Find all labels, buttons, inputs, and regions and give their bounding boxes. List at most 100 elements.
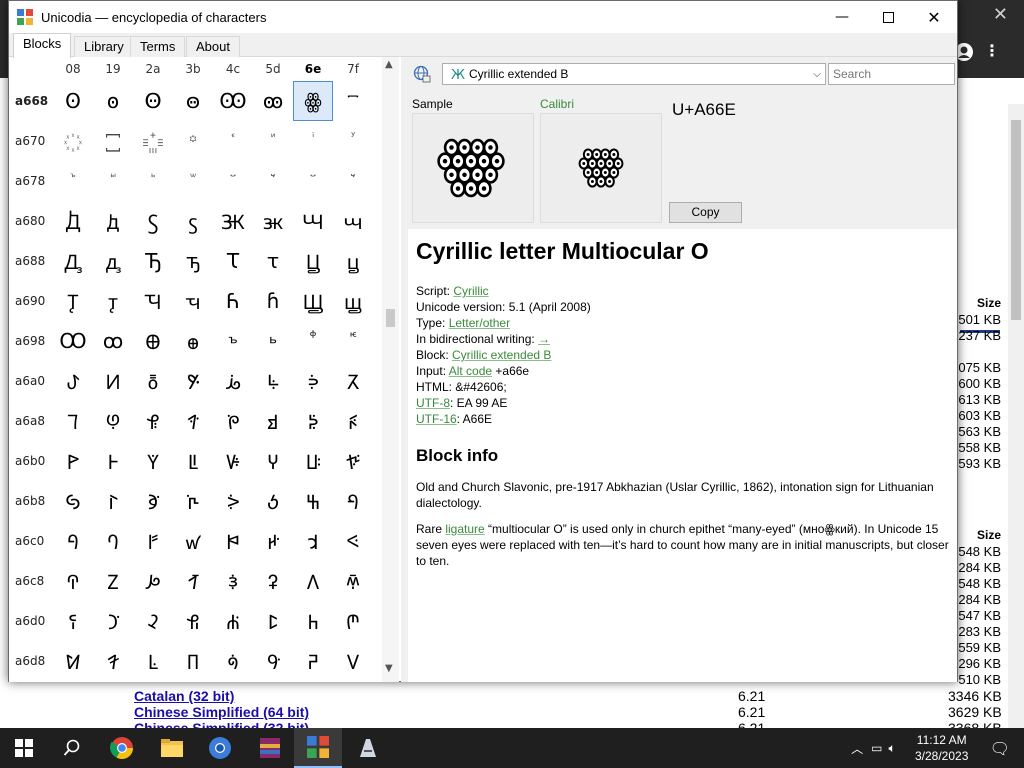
- character-cell[interactable]: ꙭ: [253, 81, 293, 121]
- font-name-link[interactable]: Calibri: [540, 97, 574, 111]
- character-cell[interactable]: ꚦ: [293, 361, 333, 401]
- character-cell[interactable]: ꛂ: [133, 521, 173, 561]
- character-cell[interactable]: ꚲ: [133, 441, 173, 481]
- character-cell[interactable]: ꛑ: [93, 601, 133, 641]
- character-cell[interactable]: ꙵ: [253, 121, 293, 161]
- file-explorer-button[interactable]: [148, 728, 196, 768]
- character-cell[interactable]: ꛜ: [213, 641, 253, 681]
- character-cell[interactable]: Ꚇ: [293, 201, 333, 241]
- character-cell[interactable]: ꛈ: [53, 561, 93, 601]
- character-cell[interactable]: ꚁ: [93, 201, 133, 241]
- character-cell[interactable]: ꛄ: [213, 521, 253, 561]
- character-cell[interactable]: ꚤ: [213, 361, 253, 401]
- maximize-button[interactable]: [865, 1, 911, 33]
- character-cell[interactable]: ꚩ: [93, 401, 133, 441]
- character-cell[interactable]: ꚑ: [93, 281, 133, 321]
- character-cell[interactable]: ꛗ: [333, 601, 373, 641]
- browser-close-icon[interactable]: ✕: [993, 4, 1008, 25]
- character-cell[interactable]: ꙿ: [333, 161, 373, 201]
- character-cell[interactable]: ꚛ: [173, 321, 213, 361]
- download-link[interactable]: Catalan (32 bit): [134, 688, 234, 704]
- character-cell[interactable]: ꛖ: [293, 601, 333, 641]
- character-cell[interactable]: ꚞ: [293, 321, 333, 361]
- unicodia-taskbar-button[interactable]: [294, 728, 342, 768]
- character-cell[interactable]: ꚕ: [253, 281, 293, 321]
- property-link[interactable]: Cyrillic: [453, 284, 488, 298]
- character-cell[interactable]: Ꚑ: [53, 281, 93, 321]
- clock[interactable]: 11:12 AM 3/28/2023: [902, 732, 982, 764]
- character-cell[interactable]: ꛕ: [253, 601, 293, 641]
- tab-terms[interactable]: Terms: [130, 36, 186, 57]
- search-input[interactable]: [828, 63, 955, 85]
- character-cell[interactable]: ꚜ: [213, 321, 253, 361]
- property-link[interactable]: Alt code: [449, 364, 492, 378]
- character-cell[interactable]: Ꚃ: [133, 201, 173, 241]
- scroll-up-arrow-icon[interactable]: ▲: [385, 59, 393, 70]
- tab-blocks[interactable]: Blocks: [13, 33, 72, 58]
- character-cell[interactable]: ꚰ: [53, 441, 93, 481]
- winrar-button[interactable]: [246, 728, 294, 768]
- character-cell[interactable]: Ꚁ: [53, 201, 93, 241]
- character-cell[interactable]: ꚣ: [173, 361, 213, 401]
- ligature-link[interactable]: ligature: [445, 522, 484, 536]
- character-cell[interactable]: ꚉ: [93, 241, 133, 281]
- character-cell[interactable]: ꙷ: [333, 121, 373, 161]
- network-icon[interactable]: ▭: [871, 741, 882, 755]
- download-link[interactable]: Chinese Simplified (64 bit): [134, 704, 309, 720]
- character-cell[interactable]: Ꙭ: [213, 81, 253, 121]
- character-cell[interactable]: ꚿ: [333, 481, 373, 521]
- character-cell[interactable]: ꛁ: [93, 521, 133, 561]
- character-cell[interactable]: ꚺ: [133, 481, 173, 521]
- character-cell[interactable]: ꛚ: [133, 641, 173, 681]
- volume-icon[interactable]: 🔈︎: [888, 741, 895, 756]
- character-cell[interactable]: ꙶ: [293, 121, 333, 161]
- character-cell[interactable]: ꛘ: [53, 641, 93, 681]
- search-button[interactable]: [48, 728, 96, 768]
- character-cell[interactable]: ꚨ: [53, 401, 93, 441]
- character-cell[interactable]: ꛎ: [293, 561, 333, 601]
- character-cell[interactable]: Ꚏ: [293, 241, 333, 281]
- character-cell[interactable]: ꚪ: [133, 401, 173, 441]
- character-cell[interactable]: ꛙ: [93, 641, 133, 681]
- character-cell[interactable]: Ꚛ: [133, 321, 173, 361]
- character-cell[interactable]: ꛍ: [253, 561, 293, 601]
- character-cell[interactable]: ꚸ: [53, 481, 93, 521]
- character-cell[interactable]: Ꚗ: [293, 281, 333, 321]
- character-cell[interactable]: ꚶ: [293, 441, 333, 481]
- character-cell[interactable]: ꚅ: [253, 201, 293, 241]
- character-cell[interactable]: ꛊ: [133, 561, 173, 601]
- browser-menu-icon[interactable]: ⋮: [984, 41, 1000, 60]
- character-cell[interactable]: ꙰: [53, 121, 93, 161]
- character-cell[interactable]: ꛒ: [133, 601, 173, 641]
- character-cell[interactable]: ꚴ: [213, 441, 253, 481]
- character-cell[interactable]: ꙫ: [173, 81, 213, 121]
- character-cell[interactable]: ꛞ: [293, 641, 333, 681]
- character-cell[interactable]: ꛐ: [53, 601, 93, 641]
- app-taskbar-button[interactable]: [344, 728, 392, 768]
- minimize-button[interactable]: —: [819, 1, 865, 33]
- character-cell[interactable]: ꙮ: [293, 81, 333, 121]
- character-cell[interactable]: ꛃ: [173, 521, 213, 561]
- character-cell[interactable]: ꛀ: [53, 521, 93, 561]
- close-button[interactable]: ✕: [911, 1, 957, 33]
- character-cell[interactable]: ꚢ: [133, 361, 173, 401]
- character-cell[interactable]: ꙯: [333, 81, 373, 121]
- character-cell[interactable]: ꚾ: [293, 481, 333, 521]
- character-cell[interactable]: Ꙩ: [53, 81, 93, 121]
- grid-scrollbar[interactable]: ▲ ▼: [382, 57, 399, 682]
- grid-scrollbar-thumb[interactable]: [386, 309, 395, 327]
- character-cell[interactable]: ꚯ: [333, 401, 373, 441]
- character-cell[interactable]: ꚱ: [93, 441, 133, 481]
- character-cell[interactable]: Ꚕ: [213, 281, 253, 321]
- character-cell[interactable]: Ꙫ: [133, 81, 173, 121]
- character-cell[interactable]: ꙼: [213, 161, 253, 201]
- block-select-dropdown[interactable]: Ж Cyrillic extended B ⌵: [442, 63, 826, 85]
- character-cell[interactable]: ꙹ: [93, 161, 133, 201]
- tab-library[interactable]: Library: [74, 36, 134, 57]
- scroll-down-arrow-icon[interactable]: ▼: [385, 663, 393, 674]
- character-cell[interactable]: ꚓ: [173, 281, 213, 321]
- character-cell[interactable]: ꚙ: [93, 321, 133, 361]
- start-button[interactable]: [0, 728, 48, 768]
- character-cell[interactable]: ꛌ: [213, 561, 253, 601]
- character-cell[interactable]: Ꚋ: [133, 241, 173, 281]
